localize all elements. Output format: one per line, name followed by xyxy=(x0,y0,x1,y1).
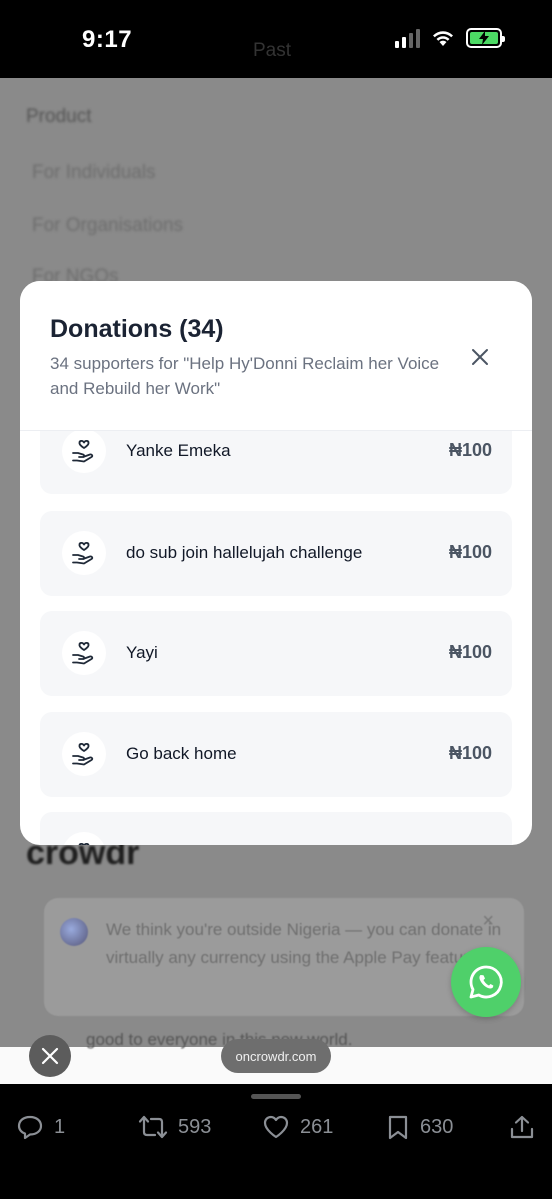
repost-icon xyxy=(138,1115,168,1139)
signal-icon xyxy=(395,28,420,48)
donation-item: do sub join hallelujah challenge ₦100 xyxy=(40,511,512,596)
menu-heading: Product xyxy=(26,106,92,127)
status-time: 9:17 xyxy=(82,26,133,53)
bookmark-icon xyxy=(388,1115,408,1140)
repost-button[interactable]: 593 xyxy=(138,1114,211,1140)
donor-name: Yayi xyxy=(126,643,158,662)
heart-hand-icon xyxy=(62,832,106,845)
whatsapp-icon xyxy=(469,965,503,999)
like-button[interactable]: 261 xyxy=(262,1114,333,1140)
modal-title: Donations (34) xyxy=(50,315,224,343)
like-count: 261 xyxy=(300,1115,334,1138)
bookmark-count: 630 xyxy=(420,1115,454,1138)
donation-item: Yanke Emeka ₦100 xyxy=(40,431,512,494)
heart-hand-icon xyxy=(62,531,106,575)
modal-header: Donations (34) 34 supporters for "Help H… xyxy=(20,281,532,431)
menu-item[interactable]: For Individuals xyxy=(32,162,156,184)
heart-icon xyxy=(263,1115,289,1139)
post-action-bar: 1 593 261 630 xyxy=(0,1084,552,1199)
donation-list[interactable]: Yanke Emeka ₦100 do sub join hallelujah … xyxy=(20,431,532,845)
donation-item: Go back home ₦100 xyxy=(40,712,512,797)
share-icon xyxy=(510,1115,534,1139)
behind-header-title: Past xyxy=(253,40,292,61)
modal-subtitle: 34 supporters for "Help Hy'Donni Reclaim… xyxy=(50,354,440,398)
close-icon xyxy=(41,1047,59,1065)
status-bar: 9:17 Past xyxy=(0,0,552,78)
donation-amount: ₦100 xyxy=(448,542,492,562)
share-button[interactable] xyxy=(509,1114,535,1140)
browser-close-button[interactable] xyxy=(29,1035,71,1077)
close-icon[interactable] xyxy=(468,345,492,369)
donor-name: Yanke Emeka xyxy=(126,441,231,460)
battery-icon xyxy=(466,28,505,48)
donor-name: Go back home xyxy=(126,744,237,763)
heart-hand-icon xyxy=(62,732,106,776)
reply-icon xyxy=(17,1115,43,1140)
currency-notice-text: We think you're outside Nigeria — you ca… xyxy=(106,920,502,967)
heart-hand-icon xyxy=(62,431,106,473)
menu-item[interactable]: For Organisations xyxy=(32,215,183,237)
wifi-icon xyxy=(433,31,453,46)
donations-modal: Donations (34) 34 supporters for "Help H… xyxy=(20,281,532,845)
status-icons xyxy=(395,28,505,48)
donation-amount: ₦100 xyxy=(448,743,492,763)
donation-item: Yayi ₦100 xyxy=(40,611,512,696)
heart-hand-icon xyxy=(62,631,106,675)
bookmark-button[interactable]: 630 xyxy=(386,1114,453,1140)
donor-name: do sub join hallelujah challenge xyxy=(126,543,363,562)
donation-amount: ₦100 xyxy=(448,642,492,662)
notice-close-icon[interactable]: × xyxy=(482,910,494,933)
url-pill[interactable]: oncrowdr.com xyxy=(221,1039,331,1073)
drag-handle[interactable] xyxy=(251,1094,301,1099)
currency-notice: We think you're outside Nigeria — you ca… xyxy=(44,898,524,1016)
reply-count: 1 xyxy=(54,1115,66,1138)
globe-icon xyxy=(60,918,88,946)
donation-item xyxy=(40,812,512,845)
whatsapp-button[interactable] xyxy=(451,947,521,1017)
donation-amount: ₦100 xyxy=(448,440,492,460)
reply-button[interactable]: 1 xyxy=(16,1114,65,1140)
repost-count: 593 xyxy=(178,1115,212,1138)
